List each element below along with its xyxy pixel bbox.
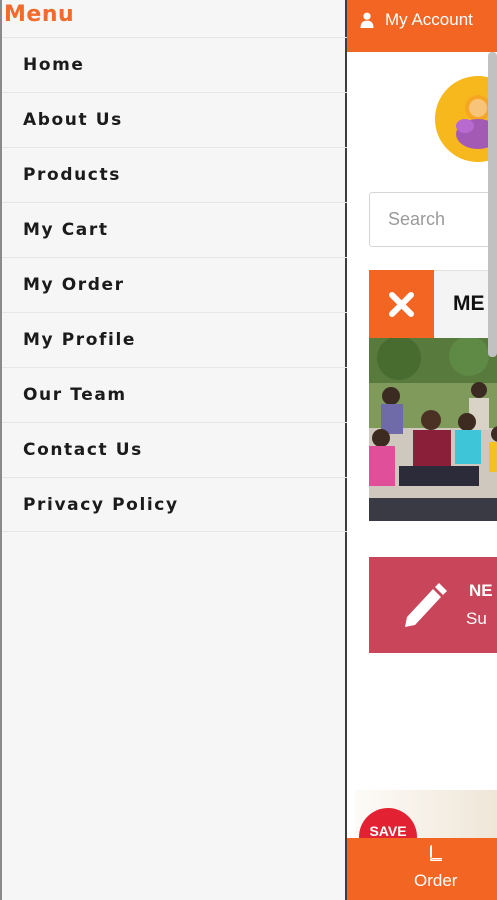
menu-item-my-profile[interactable]: My Profile [2, 312, 347, 367]
book-icon [430, 845, 442, 861]
group-photo-banner [369, 338, 497, 521]
menu-item-privacy-policy[interactable]: Privacy Policy [2, 477, 347, 532]
my-account-label: My Account [385, 10, 473, 29]
promo-title: NE [469, 581, 493, 600]
menu-item-our-team[interactable]: Our Team [2, 367, 347, 422]
side-drawer: Menu Home About Us Products My Cart My O… [0, 0, 347, 900]
main-page: My Account ME [347, 0, 497, 900]
order-label: Order [414, 871, 458, 890]
user-icon [360, 12, 374, 28]
promo-card[interactable]: NE Su [369, 557, 497, 653]
menu-item-my-order[interactable]: My Order [2, 257, 347, 312]
scrollbar-thumb[interactable] [488, 52, 497, 357]
order-button[interactable]: Order [347, 838, 497, 900]
menu-item-home[interactable]: Home [2, 37, 347, 92]
my-account-button[interactable]: My Account [347, 0, 497, 52]
menu-title: Menu [4, 2, 75, 27]
menu-item-my-cart[interactable]: My Cart [2, 202, 347, 257]
search-input[interactable] [369, 192, 497, 247]
menu-list: Home About Us Products My Cart My Order … [2, 37, 347, 532]
pencil-icon [405, 583, 447, 627]
announcement-text: ME [453, 292, 485, 315]
menu-item-about-us[interactable]: About Us [2, 92, 347, 147]
menu-item-contact-us[interactable]: Contact Us [2, 422, 347, 477]
close-icon [389, 292, 414, 317]
close-announcement-button[interactable] [369, 270, 434, 338]
menu-item-products[interactable]: Products [2, 147, 347, 202]
promo-subtitle: Su [466, 609, 487, 628]
